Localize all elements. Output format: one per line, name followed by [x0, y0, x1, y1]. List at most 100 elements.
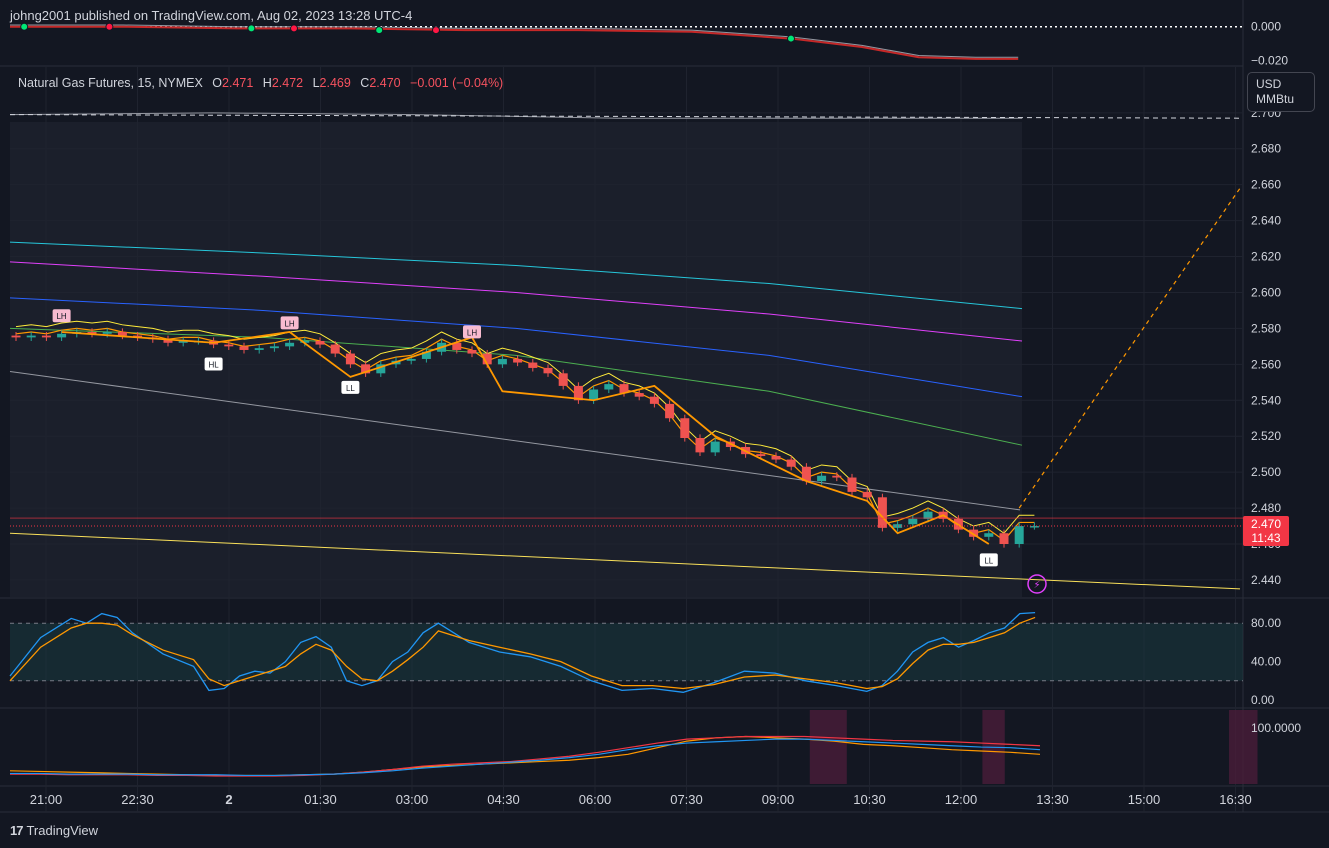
time-tick-label: 12:00 [945, 792, 978, 807]
candle-body [893, 524, 903, 528]
candle-body [315, 340, 325, 345]
time-tick-label: 01:30 [304, 792, 337, 807]
candle-body [528, 362, 538, 368]
open-label: O [212, 76, 223, 90]
candle-body [57, 333, 67, 338]
time-tick-label: 13:30 [1036, 792, 1069, 807]
candle-body [345, 353, 355, 365]
candle-body [467, 349, 477, 354]
time-tick-label: 07:30 [670, 792, 703, 807]
candle-body [497, 358, 507, 365]
candle-body [832, 475, 842, 478]
candle-body [254, 348, 264, 350]
candle-body [680, 418, 690, 438]
price-tick-label: 2.440 [1251, 573, 1281, 587]
swing-label-text: LH [56, 312, 66, 321]
open-value: 2.471 [222, 76, 254, 90]
candle-body [11, 335, 21, 338]
swing-label-text: LL [984, 556, 993, 565]
rsi-tick-label: 0.00 [1251, 693, 1275, 707]
high-label: H [262, 76, 272, 90]
level-dashed-line [9, 114, 1241, 119]
signal-marker [787, 34, 795, 43]
bottom-tick-label: 100.0000 [1251, 721, 1301, 735]
candle-body [649, 396, 659, 404]
level-line [9, 112, 1022, 119]
candle-body [710, 441, 720, 453]
candle-body [817, 475, 827, 482]
signal-marker [20, 22, 29, 31]
close-label: C [360, 76, 370, 90]
price-tick-label: 2.600 [1251, 285, 1281, 299]
candle-body [999, 533, 1009, 544]
time-tick-label: 15:00 [1128, 792, 1161, 807]
currency-label: USD [1256, 77, 1282, 91]
oscillator-line [10, 25, 1019, 60]
currency-unit-button[interactable]: USD MMBtu [1247, 72, 1315, 112]
candle-body [756, 454, 766, 456]
candle-body [269, 346, 279, 349]
candle-body [665, 403, 675, 419]
symbol-name: Natural Gas Futures, 15, NYMEX [18, 76, 203, 90]
lightning-icon-glyph: ⚡ [1033, 580, 1040, 591]
low-label: L [312, 76, 320, 90]
signal-marker [432, 26, 440, 35]
candle-body [695, 438, 705, 453]
candle-body [102, 332, 112, 334]
candle-body [558, 373, 568, 386]
candle-body [285, 342, 295, 347]
osc-tick-label: −0.020 [1251, 54, 1288, 68]
highlight-region [809, 710, 847, 784]
candle-body [634, 393, 644, 397]
price-tick-label: 2.520 [1251, 429, 1281, 443]
published-header: johng2001 published on TradingView.com, … [10, 8, 413, 23]
candle-body [771, 455, 781, 460]
time-tick-label: 21:00 [30, 792, 63, 807]
candle-body [862, 491, 872, 498]
last-price-tag: 2.470 11:43 [1243, 516, 1289, 546]
signal-marker [375, 26, 384, 35]
price-tick-label: 2.680 [1251, 142, 1281, 156]
price-tick-label: 2.580 [1251, 321, 1281, 335]
swing-label-text: HL [208, 361, 219, 370]
brand-name: TradingView [26, 823, 99, 838]
price-tick-label: 2.480 [1251, 501, 1281, 515]
candle-body [908, 518, 918, 525]
candle-body [1029, 526, 1039, 528]
candle-body [543, 367, 553, 374]
candle-body [330, 344, 340, 354]
time-tick-label: 16:30 [1219, 792, 1252, 807]
price-tick-label: 2.500 [1251, 465, 1281, 479]
time-tick-label: 10:30 [853, 792, 886, 807]
tradingview-logo-icon: 17 [10, 823, 24, 838]
chart-canvas[interactable]: 2.7002.6802.6602.6402.6202.6002.5802.560… [0, 0, 1329, 848]
candle-body [1014, 526, 1024, 544]
signal-marker [105, 22, 114, 31]
bar-countdown: 11:43 [1251, 531, 1281, 545]
candle-body [984, 533, 994, 537]
time-tick-label: 2 [225, 792, 232, 807]
candle-body [604, 384, 614, 390]
footer-brand[interactable]: 17 TradingView [10, 823, 98, 838]
close-value: 2.470 [369, 76, 401, 90]
swing-label-text: LH [467, 328, 477, 337]
signal-marker [247, 24, 256, 33]
last-price-value: 2.470 [1250, 517, 1282, 531]
rsi-tick-label: 40.00 [1251, 655, 1281, 669]
price-tick-label: 2.560 [1251, 357, 1281, 371]
low-value: 2.469 [319, 76, 351, 90]
rsi-band [10, 623, 1243, 681]
candle-body [406, 358, 416, 361]
candle-body [513, 358, 523, 363]
bottom-indicator-line [10, 738, 1041, 777]
candle-body [239, 346, 249, 350]
time-tick-label: 04:30 [487, 792, 520, 807]
change-value: −0.001 (−0.04%) [410, 76, 504, 90]
swing-label-text: LL [346, 384, 355, 393]
time-tick-label: 06:00 [579, 792, 612, 807]
time-tick-label: 09:00 [762, 792, 795, 807]
price-tick-label: 2.620 [1251, 250, 1281, 264]
signal-marker [290, 24, 298, 33]
time-tick-label: 03:00 [396, 792, 429, 807]
price-tick-label: 2.640 [1251, 214, 1281, 228]
